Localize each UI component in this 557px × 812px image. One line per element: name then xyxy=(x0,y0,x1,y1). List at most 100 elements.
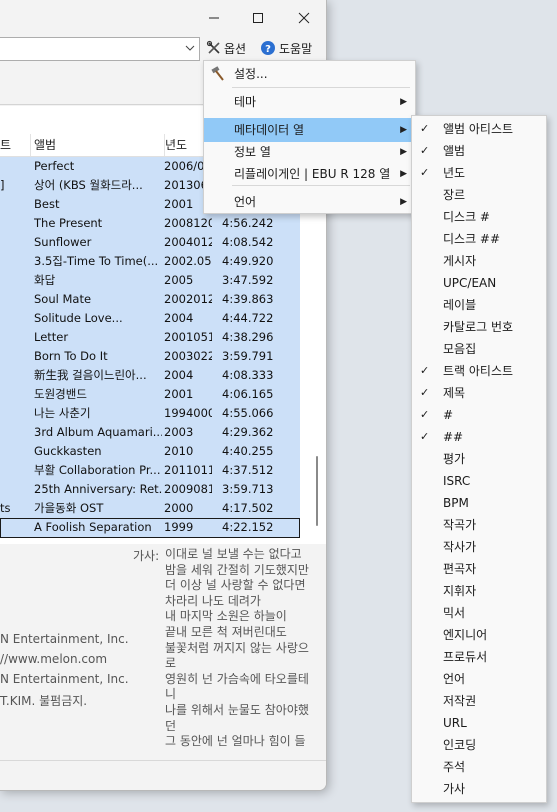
cell-artist xyxy=(0,366,30,385)
submenu-item[interactable]: 디스크 ## xyxy=(412,228,546,250)
submenu-item[interactable]: ✓ # xyxy=(412,404,546,426)
options-button[interactable]: 옵션 xyxy=(206,38,246,58)
info-line: T.KIM. 불펌금지. xyxy=(0,694,88,708)
submenu-item[interactable]: 작사가 xyxy=(412,536,546,558)
submenu-item[interactable]: 인코딩 xyxy=(412,734,546,756)
cell-artist xyxy=(0,423,30,442)
cell-artist xyxy=(0,271,30,290)
maximize-icon xyxy=(253,13,263,23)
cell-album: A Foolish Separation xyxy=(34,520,152,534)
menu-item[interactable]: 테마 ▶ xyxy=(204,90,415,114)
submenu-item[interactable]: ✓ 제목 xyxy=(412,382,546,404)
minimize-button[interactable] xyxy=(192,4,236,32)
submenu-item[interactable]: 주석 xyxy=(412,756,546,778)
table-row[interactable]: 新生我 걸음이느린아... 2004 4:08.333 xyxy=(0,366,300,386)
submenu-item[interactable]: ISRC xyxy=(412,470,546,492)
submenu-item[interactable]: ✓ ## xyxy=(412,426,546,448)
submenu-arrow-icon: ▶ xyxy=(400,197,407,207)
submenu-item[interactable]: ✓ 트랙 아티스트 xyxy=(412,360,546,382)
cell-album: The Present xyxy=(34,216,103,230)
table-row[interactable]: Sunflower 20040127 4:08.542 xyxy=(0,233,300,253)
cell-length: 3:47.592 xyxy=(222,273,274,287)
wrench-icon xyxy=(206,40,220,54)
table-row[interactable]: 부활 Collaboration Pr...20110117 4:37.512 xyxy=(0,461,300,481)
submenu-item[interactable]: 저작권 xyxy=(412,690,546,712)
svg-text:?: ? xyxy=(265,44,271,55)
cell-artist xyxy=(0,385,30,404)
path-combobox[interactable] xyxy=(0,37,200,61)
table-row[interactable]: 나는 사춘기 19940000 4:55.066 xyxy=(0,404,300,424)
table-row[interactable]: Soul Mate 20020121 4:39.863 xyxy=(0,290,300,310)
menu-item[interactable]: 리플레이게인 | EBU R 128 열 ▶ xyxy=(204,162,415,186)
submenu-arrow-icon: ▶ xyxy=(400,147,407,157)
submenu-item[interactable]: 게시자 xyxy=(412,250,546,272)
column-header-album[interactable]: 앨범 xyxy=(31,134,165,156)
cell-length: 4:29.362 xyxy=(222,425,274,439)
scrollbar-thumb[interactable] xyxy=(316,456,318,526)
submenu-item[interactable]: UPC/EAN xyxy=(412,272,546,294)
cell-artist xyxy=(0,309,30,328)
submenu-item[interactable]: BPM xyxy=(412,492,546,514)
help-button[interactable]: ? 도움말 xyxy=(260,38,312,58)
submenu-item[interactable]: 레이블 xyxy=(412,294,546,316)
cell-artist: ] xyxy=(0,178,5,192)
cell-length: 4:08.542 xyxy=(222,235,274,249)
checkmark-icon: ✓ xyxy=(420,122,430,135)
table-row[interactable]: 화답 2005 3:47.592 xyxy=(0,271,300,291)
table-row[interactable]: The Present 20081209 4:56.242 xyxy=(0,214,300,234)
cell-artist xyxy=(0,252,30,271)
info-panel: N Entertainment, Inc. //www.melon.com N En… xyxy=(0,544,326,760)
menu-item[interactable]: 언어 ▶ xyxy=(204,190,415,214)
submenu-item[interactable]: 모음집 xyxy=(412,338,546,360)
submenu-item[interactable]: ✓ 앨범 xyxy=(412,140,546,162)
table-row[interactable]: Born To Do It 20030227 3:59.791 xyxy=(0,347,300,367)
submenu-arrow-icon: ▶ xyxy=(400,169,407,179)
submenu-item-label: ISRC xyxy=(443,474,471,488)
submenu-item[interactable]: 장르 xyxy=(412,184,546,206)
cell-year: 20040127 xyxy=(164,235,212,249)
submenu-item-label: 레이블 xyxy=(443,298,477,312)
submenu-item[interactable]: 카탈로그 번호 xyxy=(412,316,546,338)
menu-item[interactable]: 메타데이터 열 ▶ xyxy=(204,118,415,142)
options-menu: 설정... 테마 ▶ 메타데이터 열 ▶ 정보 열 ▶ 리플레이게인 | EBU R 128 … xyxy=(203,60,416,214)
submenu-item[interactable]: 엔지니어 xyxy=(412,624,546,646)
cell-artist xyxy=(0,404,30,423)
lyrics-line: 끝내 모른 척 져버린대도 xyxy=(165,624,287,639)
submenu-item[interactable]: URL xyxy=(412,712,546,734)
table-row[interactable]: Guckkasten 2010 4:40.255 xyxy=(0,442,300,462)
submenu-item[interactable]: 평가 xyxy=(412,448,546,470)
submenu-item-label: 인코딩 xyxy=(443,738,477,752)
close-window-button[interactable] xyxy=(282,4,326,32)
table-row[interactable]: Solitude Love... 2004 4:44.722 xyxy=(0,309,300,329)
submenu-item[interactable]: ✓ 앨범 아티스트 xyxy=(412,118,546,140)
column-header-artist[interactable]: 트 xyxy=(0,134,31,156)
menu-item[interactable]: 설정... xyxy=(204,62,415,86)
cell-album: 나는 사춘기 xyxy=(34,406,91,420)
submenu-item[interactable]: 디스크 # xyxy=(412,206,546,228)
cell-year: 2004 xyxy=(164,368,194,382)
cell-year: 2003 xyxy=(164,425,194,439)
table-row[interactable]: Letter 20010518 4:38.296 xyxy=(0,328,300,348)
hammer-icon xyxy=(210,66,226,82)
table-row[interactable]: A Foolish Separation 1999 4:22.152 xyxy=(0,518,300,538)
submenu-item[interactable]: 믹서 xyxy=(412,602,546,624)
submenu-item[interactable]: 프로듀서 xyxy=(412,646,546,668)
table-row[interactable]: 도원경밴드 2001 4:06.165 xyxy=(0,385,300,405)
cell-album: 新生我 걸음이느린아... xyxy=(34,368,147,382)
lyrics-text: 이대로 널 보낼 수는 없다고 밤을 세워 간절히 기도했지만 더 이상 널 사랑할… xyxy=(165,547,315,750)
cell-album: 화답 xyxy=(34,273,56,287)
submenu-item[interactable]: 편곡자 xyxy=(412,558,546,580)
cell-year: 2002.05 xyxy=(164,254,212,268)
maximize-button[interactable] xyxy=(236,4,280,32)
submenu-item[interactable]: 지휘자 xyxy=(412,580,546,602)
submenu-item[interactable]: ✓ 년도 xyxy=(412,162,546,184)
table-row[interactable]: 25th Anniversary: Ret...20090814 3:59.713 xyxy=(0,480,300,500)
submenu-item[interactable]: 가사 xyxy=(412,778,546,800)
table-row[interactable]: 3rd Album Aquamari... 2003 4:29.362 xyxy=(0,423,300,443)
table-row[interactable]: ts 가을동화 OST 2000 4:17.502 xyxy=(0,499,300,519)
menu-item[interactable]: 정보 열 ▶ xyxy=(204,140,415,164)
info-line: N Entertainment, Inc. xyxy=(0,672,129,686)
submenu-item[interactable]: 작곡가 xyxy=(412,514,546,536)
table-row[interactable]: 3.5집-Time To Time(... 2002.05 4:49.920 xyxy=(0,252,300,272)
submenu-item[interactable]: 언어 xyxy=(412,668,546,690)
